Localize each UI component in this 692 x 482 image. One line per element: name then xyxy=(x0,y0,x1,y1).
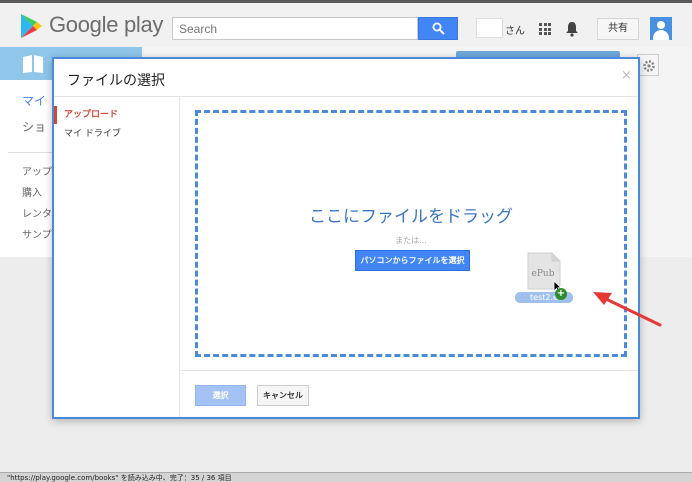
status-text: "https://play.google.com/books" を読み込み中、完… xyxy=(7,474,232,482)
settings-button[interactable] xyxy=(637,54,659,76)
sidebar-item-sample[interactable]: サンプ xyxy=(22,226,52,241)
drop-zone[interactable]: ここにファイルをドラッグ または... パソコンからファイルを選択 ePub t… xyxy=(195,110,627,357)
sidebar-divider xyxy=(8,152,52,153)
bell-icon[interactable] xyxy=(565,21,579,37)
file-icon-text: ePub xyxy=(532,269,555,279)
dialog-footer-divider xyxy=(180,370,638,371)
user-name-box[interactable] xyxy=(476,18,503,38)
sidebar-item-upload[interactable]: アップ xyxy=(22,163,52,178)
search-box[interactable] xyxy=(172,17,418,40)
google-play-logo[interactable] xyxy=(20,13,43,39)
sidebar-item-purchase[interactable]: 購入 xyxy=(22,184,42,199)
background-sidebar: マイ ショ アップ 購入 レンタ サンプ xyxy=(0,80,52,257)
drop-zone-or-text: または... xyxy=(395,236,427,245)
share-button[interactable]: 共有 xyxy=(597,18,639,40)
nav-item-upload[interactable]: アップロード xyxy=(54,106,180,124)
search-icon xyxy=(432,22,445,35)
sidebar-item-my[interactable]: マイ xyxy=(22,92,46,109)
top-header: Google play さん 共有 xyxy=(0,0,692,47)
close-icon[interactable]: × xyxy=(621,68,632,83)
nav-item-my-drive[interactable]: マイ ドライブ xyxy=(54,125,180,143)
user-name-suffix[interactable]: さん xyxy=(505,22,525,37)
pick-from-computer-button[interactable]: パソコンからファイルを選択 xyxy=(355,250,470,271)
search-button[interactable] xyxy=(418,17,458,40)
dialog-nav: アップロード マイ ドライブ xyxy=(54,97,180,417)
file-picker-dialog: ファイルの選択 × アップロード マイ ドライブ ここにファイルをドラッグ また… xyxy=(52,57,640,419)
google-play-wordmark[interactable]: Google play xyxy=(49,12,163,38)
dialog-title: ファイルの選択 xyxy=(67,72,165,88)
books-icon xyxy=(23,55,43,73)
sidebar-item-rental[interactable]: レンタ xyxy=(22,205,52,220)
copy-plus-icon: + xyxy=(555,288,567,300)
apps-grid-icon[interactable] xyxy=(539,23,551,35)
search-input[interactable] xyxy=(173,18,417,40)
red-arrow-annotation xyxy=(593,292,662,327)
gear-icon xyxy=(643,60,655,72)
drop-zone-title: ここにファイルをドラッグ xyxy=(309,207,513,226)
select-button[interactable]: 選択 xyxy=(195,385,246,406)
sidebar-item-shop[interactable]: ショ xyxy=(22,118,46,135)
status-bar: "https://play.google.com/books" を読み込み中、完… xyxy=(0,472,692,482)
account-avatar-icon[interactable] xyxy=(650,17,672,40)
cancel-button[interactable]: キャンセル xyxy=(257,385,309,406)
